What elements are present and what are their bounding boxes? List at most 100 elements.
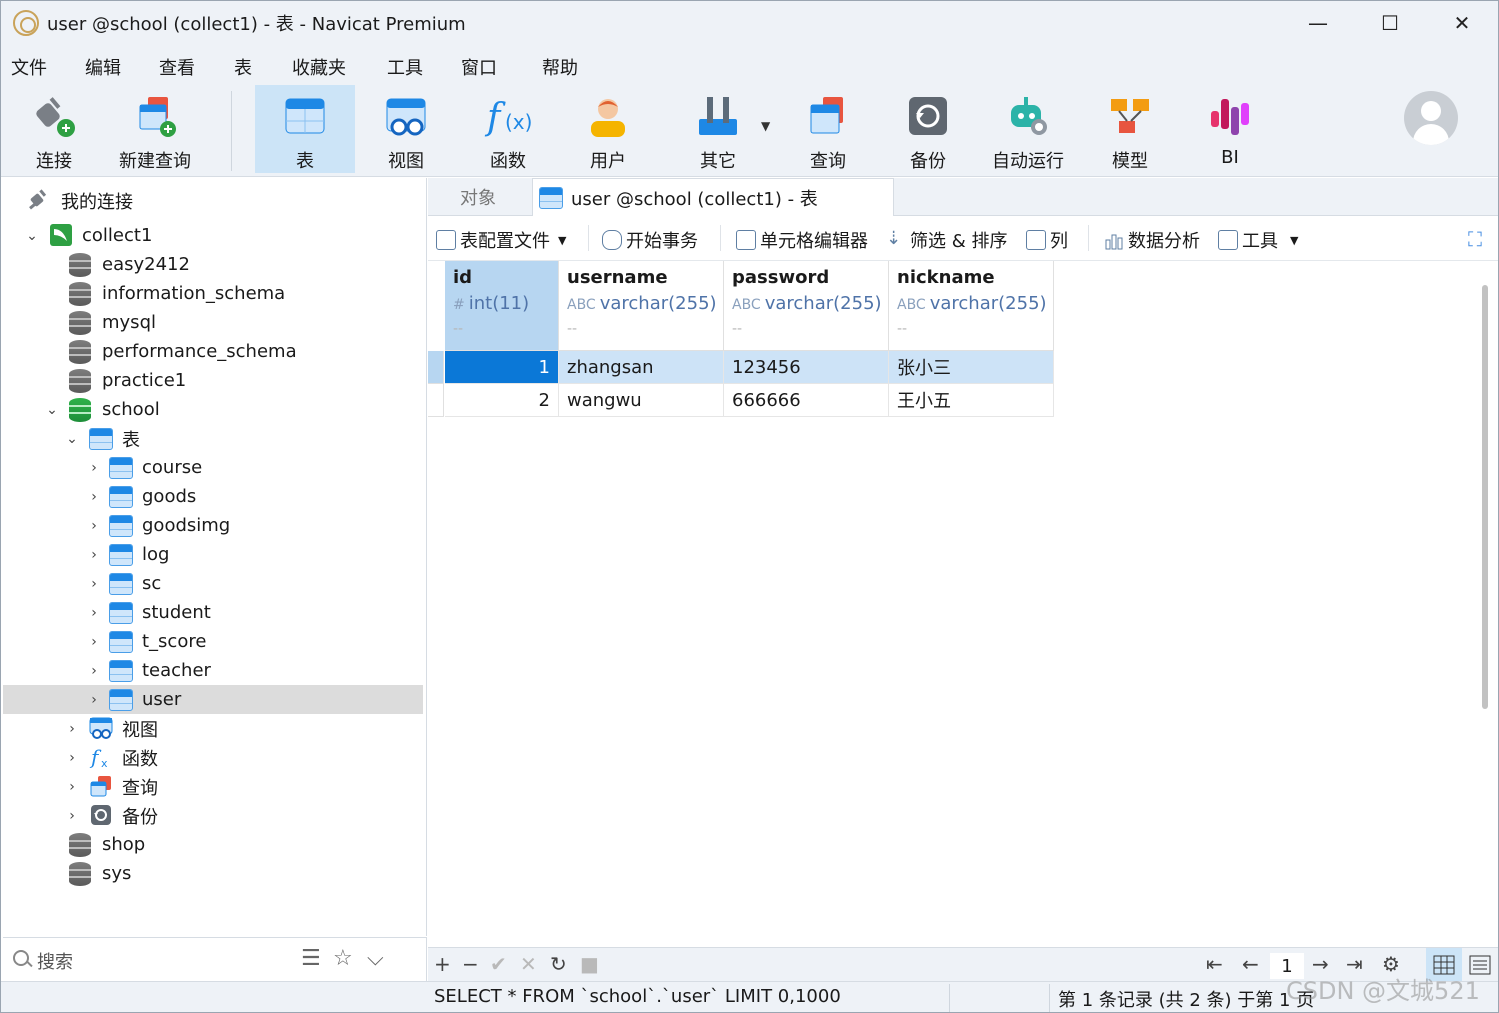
column-header-nickname[interactable]: nickname ABC varchar(255) -- <box>889 261 1054 351</box>
chevron-right-icon[interactable]: › <box>87 547 101 563</box>
column-header-password[interactable]: password ABC varchar(255) -- <box>724 261 889 351</box>
cell-editor-button[interactable]: 单元格编辑器 <box>736 227 868 253</box>
backup-button[interactable]: 备份 <box>883 85 973 173</box>
menu-favorites[interactable]: 收藏夹 <box>292 54 346 80</box>
row-marker[interactable] <box>428 351 444 384</box>
table-cell-id[interactable]: 1 <box>445 351 559 384</box>
chevron-down-icon[interactable]: ⌄ <box>65 431 79 447</box>
star-icon[interactable]: ☆ <box>333 946 353 971</box>
chevron-right-icon[interactable]: › <box>87 489 101 505</box>
tree-table-sc[interactable]: › sc <box>3 569 423 598</box>
chevron-right-icon[interactable]: › <box>87 634 101 650</box>
filter-icon[interactable]: ☰ <box>301 946 321 971</box>
table-cell-id[interactable]: 2 <box>445 384 559 417</box>
first-page-icon[interactable]: ⇤ <box>1206 952 1223 976</box>
other-button[interactable]: 其它 <box>673 85 763 173</box>
chevron-right-icon[interactable]: › <box>65 721 79 737</box>
tree-table-user[interactable]: › user <box>3 685 423 714</box>
tree-table-t-score[interactable]: › t_score <box>3 627 423 656</box>
menu-help[interactable]: 帮助 <box>542 54 578 80</box>
chevron-right-icon[interactable]: › <box>65 779 79 795</box>
column-header-username[interactable]: username ABC varchar(255) -- <box>559 261 724 351</box>
tree-group-functions[interactable]: › fx 函数 <box>3 743 423 772</box>
tree-db-performance-schema[interactable]: performance_schema <box>3 337 423 366</box>
tree-group-queries[interactable]: › 查询 <box>3 772 423 801</box>
close-button[interactable]: ✕ <box>1426 1 1498 45</box>
tree-table-course[interactable]: › course <box>3 453 423 482</box>
scrollbar-thumb[interactable] <box>1482 285 1488 709</box>
chevron-right-icon[interactable]: › <box>87 605 101 621</box>
chevron-right-icon[interactable]: › <box>87 576 101 592</box>
fullscreen-icon[interactable]: ⛶ <box>1468 227 1482 251</box>
bi-button[interactable]: BI <box>1185 85 1275 173</box>
table-cell-username[interactable]: wangwu <box>559 384 724 417</box>
user-avatar[interactable] <box>1404 91 1458 145</box>
menu-view[interactable]: 查看 <box>159 54 195 80</box>
chevron-down-icon[interactable]: ⌄ <box>45 402 59 418</box>
menu-table[interactable]: 表 <box>234 54 252 80</box>
search-input[interactable]: 搜索 <box>37 948 73 974</box>
other-dropdown-icon[interactable]: ▼ <box>761 119 770 133</box>
tree-table-goods[interactable]: › goods <box>3 482 423 511</box>
tree-group-views[interactable]: › 视图 <box>3 714 423 743</box>
chevron-right-icon[interactable]: › <box>65 808 79 824</box>
tree-table-goodsimg[interactable]: › goodsimg <box>3 511 423 540</box>
tree-table-student[interactable]: › student <box>3 598 423 627</box>
connection-button[interactable]: 连接 <box>9 85 99 173</box>
chevron-right-icon[interactable]: › <box>65 750 79 766</box>
vertical-scrollbar[interactable] <box>1473 261 1498 947</box>
add-record-icon[interactable]: + <box>434 952 451 976</box>
menu-file[interactable]: 文件 <box>11 54 47 80</box>
table-cell-password[interactable]: 666666 <box>724 384 889 417</box>
chevron-right-icon[interactable]: › <box>87 663 101 679</box>
tree-db-shop[interactable]: shop <box>3 830 423 859</box>
tree-root-my-connections[interactable]: 我的连接 <box>3 186 423 215</box>
function-button[interactable]: f (x) 函数 <box>463 85 553 173</box>
chevron-right-icon[interactable]: › <box>87 460 101 476</box>
tree-group-backups[interactable]: › 备份 <box>3 801 423 830</box>
row-marker[interactable] <box>428 384 444 417</box>
sidebar-search-bar[interactable]: 搜索 ☰ ☆ ⌵ <box>3 937 427 981</box>
chevron-right-icon[interactable]: › <box>87 692 101 708</box>
tree-db-sys[interactable]: sys <box>3 859 423 888</box>
table-cell-password[interactable]: 123456 <box>724 351 889 384</box>
column-header-id[interactable]: id # int(11) -- <box>445 261 559 351</box>
new-query-button[interactable]: 新建查询 <box>109 85 201 173</box>
tree-db-mysql[interactable]: mysql <box>3 308 423 337</box>
tab-user-table[interactable]: user @school (collect1) - 表 <box>532 178 894 216</box>
tree-group-tables[interactable]: ⌄ 表 <box>3 424 423 453</box>
table-cell-username[interactable]: zhangsan <box>559 351 724 384</box>
table-cell-nickname[interactable]: 王小五 <box>889 384 1054 417</box>
delete-record-icon[interactable]: − <box>462 952 479 976</box>
auto-run-button[interactable]: 自动运行 <box>983 85 1073 173</box>
table-button[interactable]: 表 <box>255 85 355 173</box>
tab-objects[interactable]: 对象 <box>428 178 528 216</box>
previous-page-icon[interactable]: ← <box>1242 952 1259 976</box>
table-cell-nickname[interactable]: 张小三 <box>889 351 1054 384</box>
model-button[interactable]: 模型 <box>1085 85 1175 173</box>
discard-changes-icon[interactable]: ✕ <box>520 952 537 976</box>
tree-db-school[interactable]: ⌄ school <box>3 395 423 424</box>
stop-icon[interactable]: ■ <box>580 952 599 976</box>
filter-sort-button[interactable]: ⇣ 筛选 & 排序 <box>886 227 1007 253</box>
tree-table-teacher[interactable]: › teacher <box>3 656 423 685</box>
minimize-button[interactable]: — <box>1282 1 1354 45</box>
view-button[interactable]: 视图 <box>361 85 451 173</box>
tools-button[interactable]: 工具 ▼ <box>1218 227 1298 253</box>
chevron-right-icon[interactable]: › <box>87 518 101 534</box>
begin-transaction-button[interactable]: 开始事务 <box>602 227 698 253</box>
tree-table-log[interactable]: › log <box>3 540 423 569</box>
tree-connection-collect1[interactable]: ⌄ collect1 <box>3 221 423 250</box>
menu-window[interactable]: 窗口 <box>461 54 497 80</box>
menu-edit[interactable]: 编辑 <box>85 54 121 80</box>
columns-button[interactable]: 列 <box>1026 227 1068 253</box>
maximize-button[interactable]: ☐ <box>1354 1 1426 45</box>
table-profile-button[interactable]: 表配置文件 ▼ <box>436 227 566 253</box>
tree-db-easy2412[interactable]: easy2412 <box>3 250 423 279</box>
menu-tools[interactable]: 工具 <box>387 54 423 80</box>
data-analysis-button[interactable]: 数据分析 <box>1104 227 1200 253</box>
user-button[interactable]: 用户 <box>563 85 653 173</box>
query-button[interactable]: 查询 <box>783 85 873 173</box>
collapse-icon[interactable]: ⌵ <box>367 946 384 971</box>
tree-db-information-schema[interactable]: information_schema <box>3 279 423 308</box>
